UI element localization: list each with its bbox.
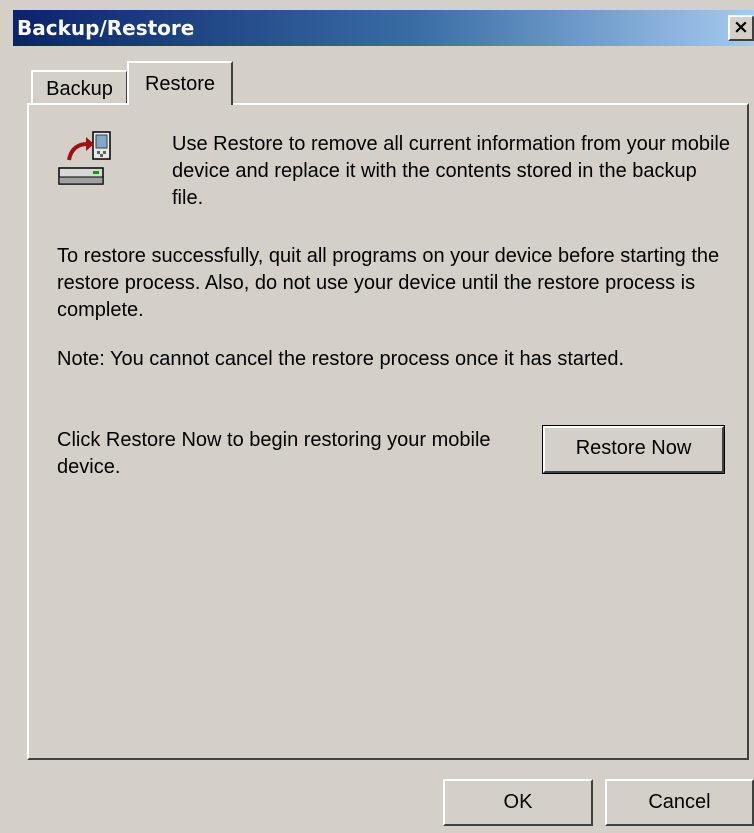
- restore-instruction-text: Click Restore Now to begin restoring you…: [57, 429, 491, 478]
- title-bar[interactable]: Backup/Restore ×: [13, 10, 754, 46]
- tab-backup-label: Backup: [46, 78, 113, 100]
- window-title: Backup/Restore: [17, 16, 195, 40]
- restore-intro-text: Use Restore to remove all current inform…: [172, 133, 730, 209]
- tab-restore-label: Restore: [144, 73, 216, 95]
- restore-device-icon: [58, 131, 111, 185]
- restore-note-text: Note: You cannot cancel the restore proc…: [57, 348, 625, 370]
- close-button[interactable]: ×: [728, 15, 754, 41]
- ok-button[interactable]: OK: [443, 779, 593, 826]
- backup-restore-dialog: Backup/Restore × Backup Restore Use Rest…: [0, 0, 754, 833]
- restore-tab-panel: Use Restore to remove all current inform…: [27, 103, 749, 760]
- close-icon: ×: [733, 16, 749, 38]
- restore-now-button[interactable]: Restore Now: [542, 425, 725, 474]
- tab-restore[interactable]: Restore: [127, 61, 233, 108]
- restore-warning-text: To restore successfully, quit all progra…: [57, 245, 720, 321]
- cancel-button[interactable]: Cancel: [605, 779, 754, 826]
- tab-backup[interactable]: Backup: [31, 70, 128, 104]
